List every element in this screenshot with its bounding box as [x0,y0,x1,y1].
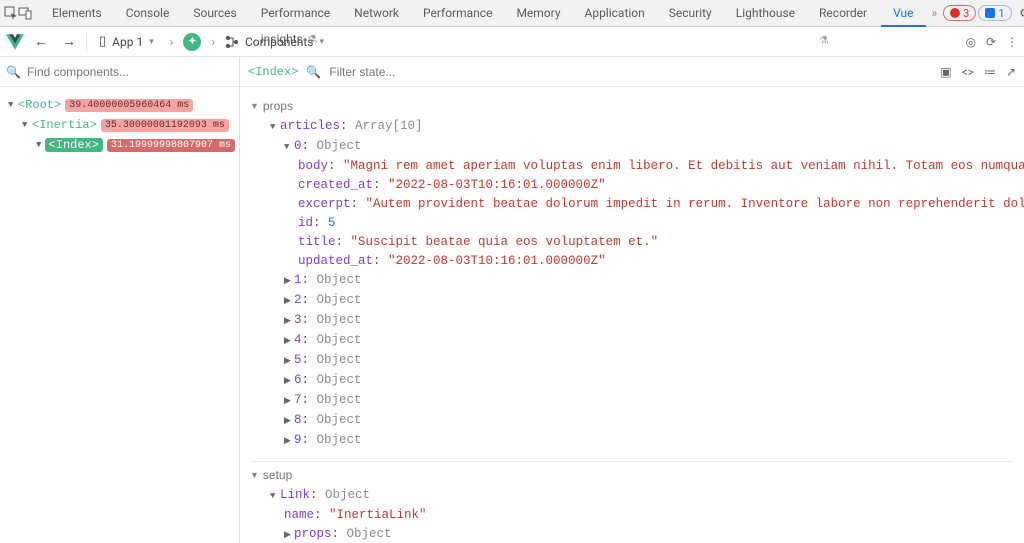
item-0-created[interactable]: created_at: "2022-08-03T10:16:01.000000Z… [250,176,1014,195]
item-7[interactable]: ▶7: Object [250,391,1014,411]
tree-node-index[interactable]: ▼<Index> 31.19999998807907 ms [4,135,235,155]
section-setup[interactable]: ▼setup [250,461,1014,482]
item-5[interactable]: ▶5: Object [250,351,1014,371]
articles-row[interactable]: ▼articles: Array[10] [250,117,1014,137]
chevron-down-icon: ▾ [149,37,154,47]
more-tabs-icon[interactable]: » [926,6,944,20]
devtools-tab-recorder[interactable]: Recorder ⚗ [807,0,881,26]
show-code-icon[interactable]: <> [962,65,974,79]
component-name: <Inertia> [32,118,97,132]
item-0-title[interactable]: title: "Suscipit beatae quia eos volupta… [250,233,1014,252]
phone-icon: ▯ [99,34,106,49]
devtools-tab-performance[interactable]: Performance [411,0,504,26]
find-components-row: 🔍 [0,57,239,87]
search-icon: 🔍 [306,65,321,79]
error-badge[interactable]: 3 [943,5,976,21]
collapse-icon[interactable]: ▼ [22,120,32,130]
component-name: <Root> [18,98,61,112]
item-0-id[interactable]: id: 5 [250,214,1014,233]
tree-icon [225,35,239,49]
item-0[interactable]: ▼0: Object [250,137,1014,157]
item-0-updated[interactable]: updated_at: "2022-08-03T10:16:01.000000Z… [250,252,1014,271]
device-toolbar-icon[interactable] [18,0,32,26]
inspect-icon[interactable] [4,0,18,26]
devtools-tab-elements[interactable]: Elements [40,0,114,26]
refresh-icon[interactable]: ⟳ [986,35,996,49]
edit-icon[interactable]: ≔ [984,65,996,79]
devtools-tab-security[interactable]: Security [657,0,724,26]
back-button[interactable]: ← [30,33,52,50]
devtools-tab-sources[interactable]: Sources [181,0,248,26]
app-select[interactable]: ▯ App 1 ▾ [93,34,160,49]
item-0-excerpt[interactable]: excerpt: "Autem provident beatae dolorum… [250,195,1014,214]
devtools-tab-memory[interactable]: Memory [504,0,572,26]
message-badge[interactable]: 1 [978,5,1011,21]
timing-badge: 31.19999998807907 ms [107,139,235,152]
collapse-icon[interactable]: ▼ [8,100,18,110]
item-6[interactable]: ▶6: Object [250,371,1014,391]
item-3[interactable]: ▶3: Object [250,311,1014,331]
breadcrumb-chevron-icon: › [166,35,178,49]
item-9[interactable]: ▶9: Object [250,431,1014,451]
find-components-input[interactable] [27,65,233,79]
chevron-down-icon: ▾ [319,37,324,47]
section-props[interactable]: ▼props [250,99,1014,113]
component-tree-pane: 🔍 ▼<Root>39.40000005960464 ms▼<Inertia>3… [0,57,240,543]
devtools-tab-network[interactable]: Network [342,0,411,26]
selected-component-name: <Index> [248,65,298,79]
kebab-icon[interactable]: ⋮ [1006,35,1018,49]
search-icon: 🔍 [6,65,21,79]
target-icon[interactable]: ◎ [965,35,975,49]
collapse-icon[interactable]: ▼ [36,140,45,150]
inspector-icon[interactable]: ✦ [183,33,201,51]
timing-badge: 35.30000001192093 ms [101,119,229,132]
devtools-tab-vue[interactable]: Vue [881,0,925,26]
gear-icon[interactable]: ⚙ [1014,6,1024,20]
state-pane: <Index> 🔍 ▣ <> ≔ ↗ ▼props ▼articles: Arra… [240,57,1024,543]
item-4[interactable]: ▶4: Object [250,331,1014,351]
item-8[interactable]: ▶8: Object [250,411,1014,431]
vue-toolbar: ← → ▯ App 1 ▾ › ✦ › Components ▾ ◎ ⟳ ⋮ [0,27,1024,57]
forward-button[interactable]: → [58,33,80,50]
tree-node-inertia[interactable]: ▼<Inertia> 35.30000001192093 ms [4,115,235,135]
item-2[interactable]: ▶2: Object [250,291,1014,311]
open-in-new-icon[interactable]: ↗ [1006,65,1016,79]
vue-logo-icon [6,33,24,51]
item-1[interactable]: ▶1: Object [250,271,1014,291]
devtools-tab-console[interactable]: Console [114,0,182,26]
devtools-tab-application[interactable]: Application [573,0,657,26]
devtools-tab-bar: ElementsConsoleSourcesPerformance insigh… [0,0,1024,27]
app-select-label: App 1 [112,35,143,49]
filter-state-input[interactable] [329,65,529,79]
link-name[interactable]: name: "InertiaLink" [250,506,1014,525]
timing-badge: 39.40000005960464 ms [65,99,193,112]
tree-node-root[interactable]: ▼<Root> 39.40000005960464 ms [4,95,235,115]
item-0-body[interactable]: body: "Magni rem amet aperiam voluptas e… [250,157,1014,176]
component-name: <Index> [45,138,103,152]
devtools-tab-lighthouse[interactable]: Lighthouse [724,0,807,26]
link-props[interactable]: ▶props: Object [250,525,1014,543]
link-row[interactable]: ▼Link: Object [250,486,1014,506]
breadcrumb-chevron-icon: › [207,35,219,49]
scroll-to-icon[interactable]: ▣ [940,65,951,79]
devtools-tab-performance-insights[interactable]: Performance insights ⚗ [249,0,342,26]
